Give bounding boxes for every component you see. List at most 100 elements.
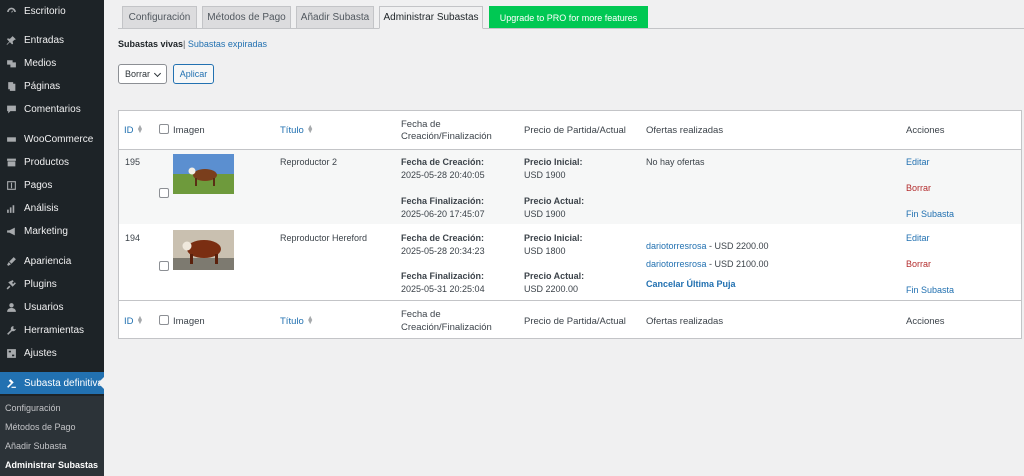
edit-link[interactable]: Editar <box>906 157 930 167</box>
tab-configuracion[interactable]: Configuración <box>122 6 197 28</box>
admin-sidebar: Escritorio Entradas Medios Páginas Comen… <box>0 0 104 476</box>
chevron-down-icon <box>153 69 162 78</box>
created-date: 2025-05-28 20:40:05 <box>401 170 485 180</box>
current-price-label: Precio Actual: <box>524 196 585 206</box>
menu-label: Medios <box>24 57 57 69</box>
auctions-table: ID ▲ ▼ Imagen Título ▲ ▼ Fecha de Creación/F… <box>118 110 1022 339</box>
delete-link[interactable]: Borrar <box>906 183 931 193</box>
header-actions: Acciones <box>906 125 945 136</box>
created-date: 2025-05-28 20:34:23 <box>401 246 485 256</box>
pin-icon <box>4 33 18 47</box>
menu-analisis[interactable]: Análisis <box>0 197 104 219</box>
menu-apariencia[interactable]: Apariencia <box>0 250 104 272</box>
row-title: Reproductor 2 <box>280 157 338 167</box>
sort-icon: ▲ ▼ <box>306 315 314 327</box>
initial-price-label: Precio Inicial: <box>524 233 583 243</box>
created-label: Fecha de Creación: <box>401 157 485 167</box>
bulk-action-select[interactable]: Borrar <box>118 64 167 84</box>
comment-icon <box>4 102 18 116</box>
menu-pagos[interactable]: Pagos <box>0 174 104 196</box>
menu-label: Comentarios <box>24 103 81 115</box>
end-label: Fecha Finalización: <box>401 271 485 281</box>
auction-image[interactable] <box>173 230 234 270</box>
menu-paginas[interactable]: Páginas <box>0 75 104 97</box>
menu-escritorio[interactable]: Escritorio <box>0 0 104 22</box>
menu-herramientas[interactable]: Herramientas <box>0 319 104 341</box>
menu-plugins[interactable]: Plugins <box>0 273 104 295</box>
header-date-line2: Creación/Finalización <box>401 131 492 142</box>
initial-price-label: Precio Inicial: <box>524 157 583 167</box>
edit-link[interactable]: Editar <box>906 233 930 243</box>
submenu: Configuración Métodos de Pago Añadir Sub… <box>0 396 104 476</box>
delete-link[interactable]: Borrar <box>906 259 931 269</box>
dashboard-icon <box>4 4 18 18</box>
menu-woocommerce[interactable]: WooCommerce <box>0 128 104 150</box>
tab-metodos-pago[interactable]: Métodos de Pago <box>202 6 291 28</box>
bid-entry: dariotorresrosa - USD 2100.00 <box>646 259 769 269</box>
footer-price: Precio de Partida/Actual <box>524 316 626 327</box>
header-image: Imagen <box>173 125 205 136</box>
initial-price: USD 1800 <box>524 246 566 256</box>
menu-comentarios[interactable]: Comentarios <box>0 98 104 120</box>
footer-id-label: ID <box>124 316 134 327</box>
row-id: 194 <box>125 233 141 243</box>
submenu-administrar-subastas[interactable]: Administrar Subastas <box>5 460 98 470</box>
menu-label: Apariencia <box>24 255 72 267</box>
menu-entradas[interactable]: Entradas <box>0 29 104 51</box>
header-id[interactable]: ID ▲ ▼ <box>124 124 143 136</box>
row-checkbox[interactable] <box>159 261 169 271</box>
submenu-configuracion[interactable]: Configuración <box>5 403 61 413</box>
subsub-nav: Subastas vivas| Subastas expiradas <box>118 39 267 49</box>
select-all-checkbox[interactable] <box>159 124 169 134</box>
megaphone-icon <box>4 224 18 238</box>
footer-image: Imagen <box>173 316 205 327</box>
end-auction-link[interactable]: Fin Subasta <box>906 209 954 219</box>
header-bids: Ofertas realizadas <box>646 125 724 136</box>
menu-label: Escritorio <box>24 5 66 17</box>
submenu-metodos-pago[interactable]: Métodos de Pago <box>5 422 76 432</box>
end-date: 2025-06-20 17:45:07 <box>401 209 485 219</box>
footer-title[interactable]: Título ▲ ▼ <box>280 315 314 327</box>
auction-image[interactable] <box>173 154 234 194</box>
end-auction-link[interactable]: Fin Subasta <box>906 285 954 295</box>
select-all-checkbox-footer[interactable] <box>159 315 169 325</box>
menu-ajustes[interactable]: Ajustes <box>0 342 104 364</box>
tab-administrar-subastas[interactable]: Administrar Subastas <box>379 6 483 29</box>
current-price-label: Precio Actual: <box>524 271 585 281</box>
menu-label: Usuarios <box>24 301 64 313</box>
sort-icon: ▲ ▼ <box>306 124 314 136</box>
subsub-current[interactable]: Subastas vivas <box>118 39 183 49</box>
tab-anadir-subasta[interactable]: Añadir Subasta <box>296 6 374 28</box>
subsub-expired-link[interactable]: Subastas expiradas <box>188 39 267 49</box>
footer-actions: Acciones <box>906 316 945 327</box>
cancel-last-bid-link[interactable]: Cancelar Última Puja <box>646 279 736 289</box>
upgrade-pro-button[interactable]: Upgrade to PRO for more features <box>489 6 648 28</box>
submenu-anadir-subasta[interactable]: Añadir Subasta <box>5 441 67 451</box>
bid-amount: - USD 2100.00 <box>706 259 769 269</box>
header-id-label: ID <box>124 125 134 136</box>
bid-entry: dariotorresrosa - USD 2200.00 <box>646 241 769 251</box>
menu-subasta-definitiva[interactable]: Subasta definitiva <box>0 372 104 394</box>
current-price: USD 1900 <box>524 209 566 219</box>
row-title: Reproductor Hereford <box>280 233 368 243</box>
menu-label: WooCommerce <box>24 133 94 145</box>
menu-usuarios[interactable]: Usuarios <box>0 296 104 318</box>
menu-marketing[interactable]: Marketing <box>0 220 104 242</box>
row-checkbox[interactable] <box>159 188 169 198</box>
header-title[interactable]: Título ▲ ▼ <box>280 124 314 136</box>
header-price: Precio de Partida/Actual <box>524 125 626 136</box>
menu-medios[interactable]: Medios <box>0 52 104 74</box>
footer-title-label: Título <box>280 316 304 327</box>
menu-label: Análisis <box>24 202 59 214</box>
apply-button[interactable]: Aplicar <box>173 64 214 84</box>
bidder-link[interactable]: dariotorresrosa <box>646 241 707 251</box>
footer-id[interactable]: ID ▲ ▼ <box>124 315 143 327</box>
footer-divider <box>119 300 1021 301</box>
woocommerce-icon <box>4 132 18 146</box>
menu-productos[interactable]: Productos <box>0 151 104 173</box>
current-price: USD 2200.00 <box>524 284 579 294</box>
bidder-link[interactable]: dariotorresrosa <box>646 259 707 269</box>
archive-icon <box>4 155 18 169</box>
brush-icon <box>4 254 18 268</box>
wrench-icon <box>4 323 18 337</box>
